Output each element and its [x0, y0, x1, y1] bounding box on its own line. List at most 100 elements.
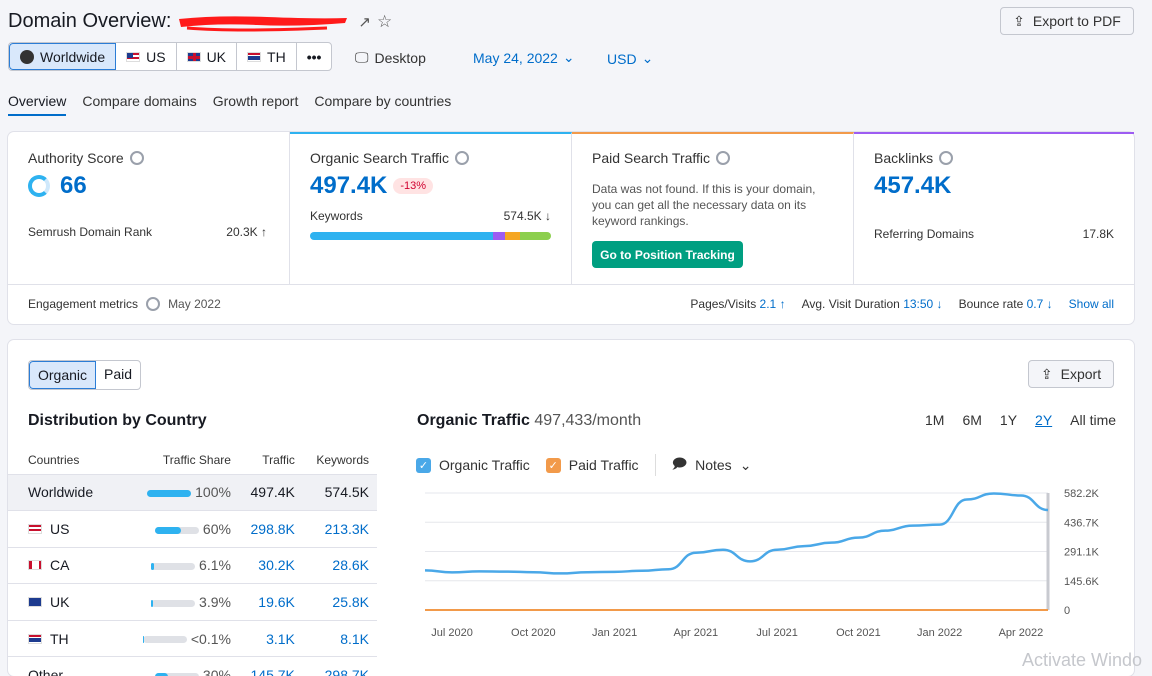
database-selector: Worldwide US UK TH ••• [8, 42, 333, 71]
chevron-down-icon: ⌄ [562, 49, 575, 65]
info-icon[interactable] [455, 151, 470, 165]
export-pdf-button[interactable]: ⇪ Export to PDF [1000, 7, 1134, 35]
table-row[interactable]: CA 6.1% 30.2K 28.6K [8, 547, 377, 585]
traffic-value[interactable]: 298.8K [238, 510, 303, 548]
traffic-value[interactable]: 19.6K [238, 583, 303, 621]
backlinks-value[interactable]: 457.4K [874, 172, 951, 200]
country-name: Other [28, 667, 64, 676]
paid-traffic-panel: Paid Search Traffic Data was not found. … [572, 132, 854, 284]
organic-traffic-value[interactable]: 497.4K [310, 172, 387, 200]
traffic-value: 497.4K [238, 474, 303, 512]
country-name: Worldwide [28, 484, 94, 501]
monitor-icon: 🖵 [355, 49, 369, 65]
keywords-distribution-bar [310, 232, 551, 240]
paid-checkbox[interactable]: ✓ [545, 457, 561, 473]
star-icon[interactable]: ☆ [377, 12, 392, 32]
table-row[interactable]: Worldwide 100% 497.4K 574.5K [8, 474, 377, 512]
notes-icon: 🗩 [671, 455, 688, 471]
x-tick-label: Jul 2020 [431, 627, 473, 639]
position-tracking-button[interactable]: Go to Position Tracking [592, 241, 743, 268]
share-bar [151, 563, 196, 571]
db-worldwide[interactable]: Worldwide [9, 43, 117, 70]
tab-overview[interactable]: Overview [8, 93, 67, 116]
authority-score-panel: Authority Score 66 Semrush Domain Rank 2… [8, 132, 290, 284]
toggle-paid[interactable]: Paid [96, 361, 140, 389]
share-value: 30% [202, 667, 231, 676]
referring-domains-value[interactable]: 17.8K [1083, 227, 1114, 241]
db-th[interactable]: TH [237, 43, 297, 70]
country-distribution-table: Countries Traffic Share Traffic Keywords… [8, 446, 377, 676]
x-tick-label: Oct 2020 [511, 627, 556, 639]
ca-flag-icon [28, 560, 42, 571]
keywords-value[interactable]: 25.8K [302, 583, 377, 621]
keywords-value: 574.5K [302, 474, 377, 512]
domain-rank-value[interactable]: 20.3K ↑ [226, 225, 267, 239]
redacted-domain [177, 13, 352, 31]
share-bar [154, 526, 199, 534]
table-row[interactable]: UK 3.9% 19.6K 25.8K [8, 583, 377, 621]
traffic-card: Organic Paid ⇪ Export Distribution by Co… [8, 340, 1134, 676]
us-flag-icon [126, 51, 141, 62]
country-name: CA [50, 557, 70, 574]
us-flag-icon [28, 523, 42, 534]
db-uk[interactable]: UK [177, 43, 238, 70]
upload-icon: ⇪ [1013, 12, 1025, 29]
range-2y[interactable]: 2Y [1035, 412, 1052, 428]
y-tick-label: 582.2K [1064, 488, 1100, 500]
authority-score-value[interactable]: 66 [60, 172, 87, 200]
table-row[interactable]: US 60% 298.8K 213.3K [8, 510, 377, 548]
keywords-value[interactable]: 298.7K [302, 656, 377, 676]
country-name: UK [50, 594, 70, 611]
toggle-organic[interactable]: Organic [29, 361, 97, 389]
range-1m[interactable]: 1M [925, 412, 944, 428]
keywords-value[interactable]: 8.1K [302, 620, 377, 658]
distribution-title: Distribution by Country [28, 412, 207, 429]
keywords-value[interactable]: 574.5K ↓ [504, 209, 551, 223]
page-title: Domain Overview: ↗ ☆ [8, 10, 393, 32]
organic-checkbox[interactable]: ✓ [416, 457, 431, 473]
keywords-value[interactable]: 213.3K [302, 510, 377, 548]
chevron-down-icon: ⌄ [739, 456, 752, 473]
share-value: 60% [202, 520, 231, 537]
share-value: 3.9% [199, 594, 231, 611]
db-us[interactable]: US [116, 43, 177, 70]
notes-dropdown[interactable]: Notes [695, 457, 732, 473]
range-all-time[interactable]: All time [1070, 412, 1116, 428]
traffic-value[interactable]: 30.2K [238, 547, 303, 585]
score-ring-icon [28, 175, 50, 197]
organic-traffic-chart: 582.2K 436.7K 291.1K 145.6K 0 Jul 2020 Oct 202… [424, 488, 1100, 639]
share-value: <0.1% [190, 630, 231, 647]
tab-growth-report[interactable]: Growth report [213, 93, 299, 116]
range-1y[interactable]: 1Y [1000, 412, 1017, 428]
traffic-value[interactable]: 145.7K [238, 656, 303, 676]
bounce-rate-value: 0.7 ↓ [1026, 297, 1053, 311]
organic-traffic-panel: Organic Search Traffic 497.4K -13% Keywo… [290, 132, 572, 284]
keywords-value[interactable]: 28.6K [302, 547, 377, 585]
tab-compare-by-countries[interactable]: Compare by countries [314, 93, 451, 116]
info-icon[interactable] [146, 297, 161, 311]
pages-visits-value: 2.1 ↑ [759, 297, 786, 311]
currency-selector[interactable]: USD ⌄ [607, 50, 653, 67]
table-row[interactable]: Other 30% 145.7K 298.7K [8, 656, 377, 676]
th-flag-icon [28, 633, 42, 644]
uk-flag-icon [186, 51, 201, 62]
info-icon[interactable] [129, 151, 144, 165]
traffic-value[interactable]: 3.1K [238, 620, 303, 658]
visit-duration-value: 13:50 ↓ [903, 297, 943, 311]
organic-traffic-line [424, 492, 1049, 575]
range-6m[interactable]: 6M [962, 412, 981, 428]
tab-compare-domains[interactable]: Compare domains [82, 93, 196, 116]
y-tick-label: 291.1K [1064, 547, 1100, 559]
share-value: 100% [195, 484, 231, 501]
external-link-icon[interactable]: ↗ [358, 13, 371, 31]
device-selector[interactable]: 🖵 Desktop [355, 49, 426, 66]
show-all-link[interactable]: Show all [1069, 297, 1114, 311]
export-button[interactable]: ⇪ Export [1028, 360, 1114, 388]
share-bar [142, 636, 187, 644]
table-row[interactable]: TH <0.1% 3.1K 8.1K [8, 620, 377, 658]
db-more-button[interactable]: ••• [297, 43, 332, 70]
nav-tabs: Overview Compare domains Growth report C… [8, 93, 451, 116]
date-selector[interactable]: May 24, 2022 ⌄ [473, 49, 575, 66]
info-icon[interactable] [716, 151, 731, 165]
info-icon[interactable] [939, 151, 954, 165]
